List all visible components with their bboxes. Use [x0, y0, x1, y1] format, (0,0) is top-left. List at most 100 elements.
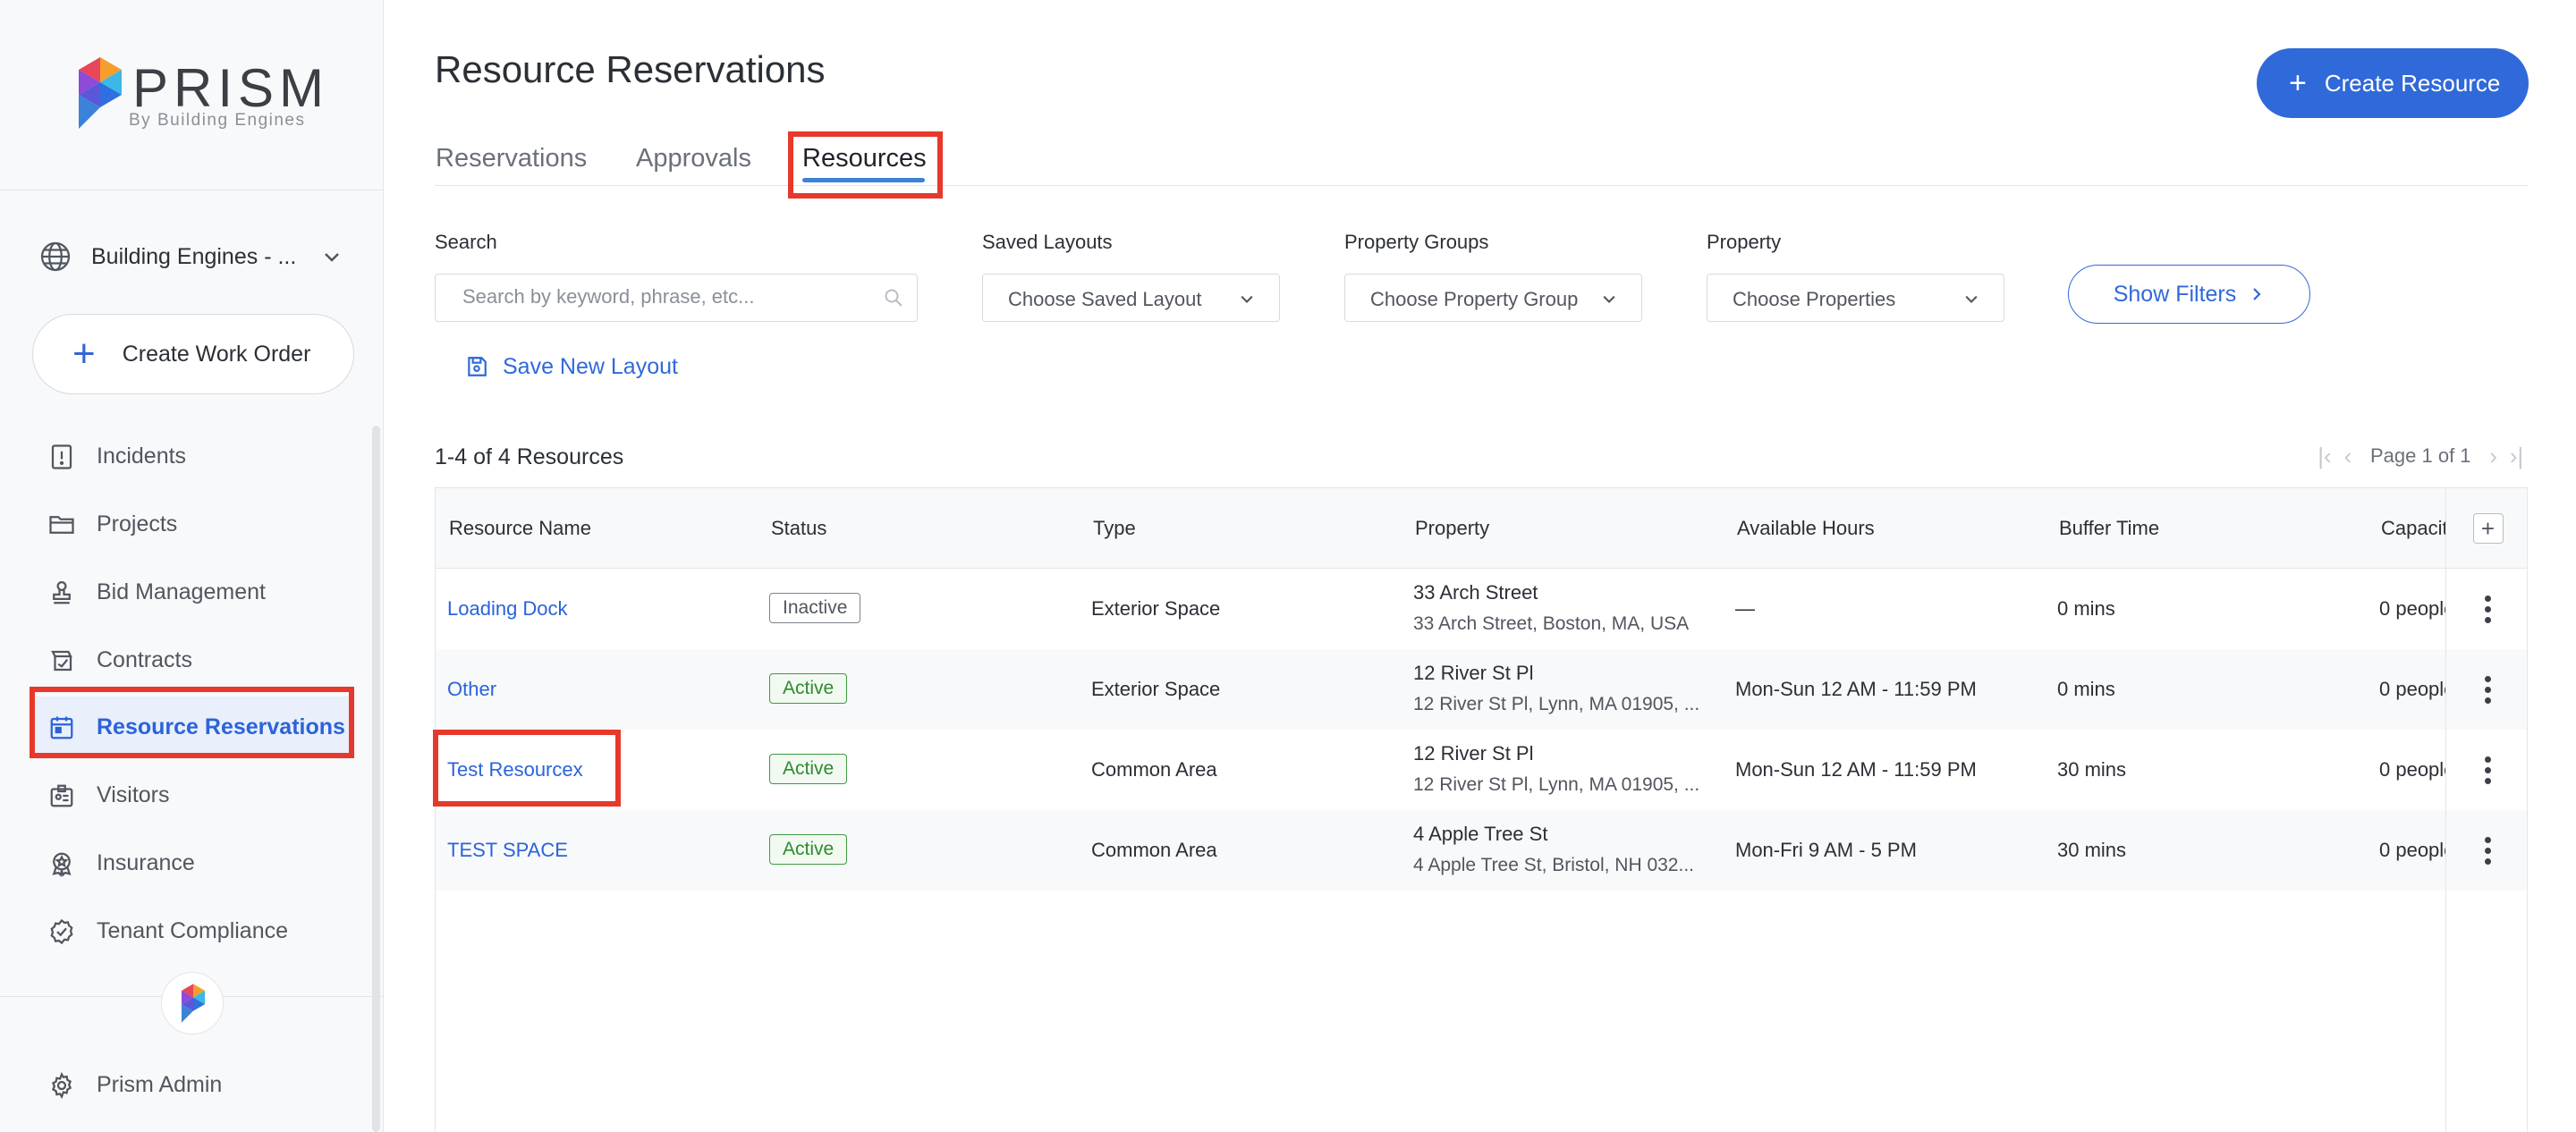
create-work-order-button[interactable]: + Create Work Order [32, 314, 354, 394]
table-row: Test Resourcex Active Common Area 12 Riv… [436, 730, 2527, 810]
sidebar-item-label: Insurance [97, 849, 195, 875]
property-address: 4 Apple Tree St, Bristol, NH 032... [1413, 855, 1694, 875]
tab-approvals[interactable]: Approvals [636, 144, 751, 173]
resource-name-link[interactable]: Loading Dock [447, 597, 568, 621]
sidebar-item-resource-reservations[interactable]: Resource Reservations [32, 697, 354, 757]
tab-reservations[interactable]: Reservations [436, 144, 587, 173]
chevron-right-icon [2253, 288, 2261, 300]
status-badge: Active [769, 754, 848, 784]
save-new-layout-link[interactable]: Save New Layout [465, 349, 678, 384]
resources-table: Resource Name Status Type Property Avail… [435, 487, 2528, 1132]
column-header-buffer-time[interactable]: Buffer Time [2059, 517, 2159, 540]
available-hours-cell: Mon-Sun 12 AM - 11:59 PM [1735, 678, 1977, 700]
table-row: TEST SPACE Active Common Area 4 Apple Tr… [436, 810, 2527, 891]
more-options-icon[interactable] [2476, 833, 2500, 868]
status-badge: Active [769, 834, 848, 865]
resource-name-link[interactable]: Test Resourcex [447, 758, 583, 781]
sidebar-item-label: Visitors [97, 781, 170, 807]
more-options-icon[interactable] [2476, 672, 2500, 707]
first-page-icon[interactable]: |‹ [2313, 443, 2336, 470]
show-filters-label: Show Filters [2113, 281, 2237, 307]
prism-logo[interactable]: PRISM By Building Engines [79, 54, 324, 134]
property-address: 33 Arch Street, Boston, MA, USA [1413, 613, 1690, 634]
property-name: 12 River St Pl [1413, 662, 1534, 684]
tab-resources[interactable]: Resources [802, 144, 927, 173]
property-select[interactable]: Choose Properties [1707, 274, 2004, 322]
next-page-icon[interactable]: › [2482, 443, 2505, 470]
row-actions-cell [2446, 569, 2527, 649]
row-actions-cell [2446, 730, 2527, 810]
prism-logo-icon [79, 57, 122, 129]
buffer-time-cell: 0 mins [2057, 678, 2115, 700]
sidebar-item-insurance[interactable]: Insurance [32, 832, 354, 893]
search-field[interactable] [435, 274, 918, 322]
buffer-time-cell: 30 mins [2057, 839, 2127, 861]
sidebar-scrollbar[interactable] [372, 426, 380, 1132]
row-actions-cell [2446, 649, 2527, 730]
sidebar-item-prism-admin[interactable]: Prism Admin [32, 1054, 354, 1115]
sidebar-item-projects[interactable]: Projects [32, 494, 354, 554]
available-hours-cell: Mon-Fri 9 AM - 5 PM [1735, 839, 1917, 861]
saved-layouts-value: Choose Saved Layout [1008, 288, 1202, 310]
saved-layouts-label: Saved Layouts [982, 231, 1113, 253]
property-groups-select[interactable]: Choose Property Group [1344, 274, 1642, 322]
type-cell: Common Area [1091, 758, 1217, 781]
sidebar-item-incidents[interactable]: Incidents [32, 426, 354, 486]
resource-name-link[interactable]: Other [447, 678, 496, 701]
prism-avatar[interactable] [161, 972, 224, 1035]
previous-page-icon[interactable]: ‹ [2336, 443, 2360, 470]
page-title: Resource Reservations [435, 48, 826, 90]
capacity-cell: 0 people [2379, 839, 2455, 861]
status-badge: Inactive [769, 593, 861, 623]
pagination: |‹ ‹ Page 1 of 1 › ›| [2313, 442, 2529, 470]
column-header-type[interactable]: Type [1093, 517, 1136, 540]
sidebar-item-visitors[interactable]: Visitors [32, 765, 354, 825]
contract-icon [51, 650, 72, 672]
saved-layouts-select[interactable]: Choose Saved Layout [982, 274, 1280, 322]
property-address: 12 River St Pl, Lynn, MA 01905, ... [1413, 694, 1700, 714]
resource-name-link[interactable]: TEST SPACE [447, 839, 568, 862]
type-cell: Exterior Space [1091, 597, 1221, 620]
more-options-icon[interactable] [2476, 592, 2500, 627]
last-page-icon[interactable]: ›| [2505, 443, 2529, 470]
save-new-layout-label: Save New Layout [503, 353, 678, 379]
type-cell: Common Area [1091, 839, 1217, 861]
column-header-resource-name[interactable]: Resource Name [449, 517, 591, 540]
column-header-capacity[interactable]: Capacit [2381, 517, 2448, 540]
create-resource-button[interactable]: + Create Resource [2257, 48, 2529, 118]
sidebar-item-label: Resource Reservations [97, 714, 345, 739]
gear-icon [51, 1072, 72, 1099]
property-groups-value: Choose Property Group [1370, 288, 1579, 310]
more-options-icon[interactable] [2476, 753, 2500, 788]
sidebar-item-contracts[interactable]: Contracts [32, 629, 354, 690]
building-selector[interactable]: Building Engines - ... [39, 234, 361, 279]
capacity-cell: 0 people [2379, 678, 2455, 700]
stamp-icon [53, 581, 71, 604]
sidebar: PRISM By Building Engines Building Engin… [0, 0, 384, 1132]
column-header-available-hours[interactable]: Available Hours [1737, 517, 1875, 540]
create-resource-label: Create Resource [2324, 69, 2501, 97]
calendar-icon [50, 716, 73, 739]
logo-text: PRISM [132, 58, 330, 118]
add-column-button[interactable]: + [2472, 512, 2504, 544]
building-selector-label: Building Engines - ... [91, 243, 297, 269]
column-header-status[interactable]: Status [771, 517, 826, 540]
search-input[interactable] [462, 275, 874, 319]
sidebar-item-label: Projects [97, 511, 178, 536]
capacity-cell: 0 people [2379, 758, 2455, 781]
globe-icon [40, 241, 71, 272]
sidebar-item-bid-management[interactable]: Bid Management [32, 562, 354, 622]
buffer-time-cell: 0 mins [2057, 597, 2115, 620]
column-header-property[interactable]: Property [1415, 517, 1489, 540]
search-label: Search [435, 231, 497, 253]
show-filters-button[interactable]: Show Filters [2068, 265, 2310, 324]
tabs-divider [435, 185, 2528, 186]
sidebar-item-label: Prism Admin [97, 1071, 223, 1097]
compliance-icon [50, 918, 73, 945]
property-value: Choose Properties [1733, 288, 1896, 310]
chevron-down-icon [325, 253, 340, 262]
sidebar-item-tenant-compliance[interactable]: Tenant Compliance [32, 900, 354, 961]
sidebar-item-label: Bid Management [97, 579, 267, 604]
property-label: Property [1707, 231, 1782, 253]
sidebar-item-label: Tenant Compliance [97, 917, 289, 943]
